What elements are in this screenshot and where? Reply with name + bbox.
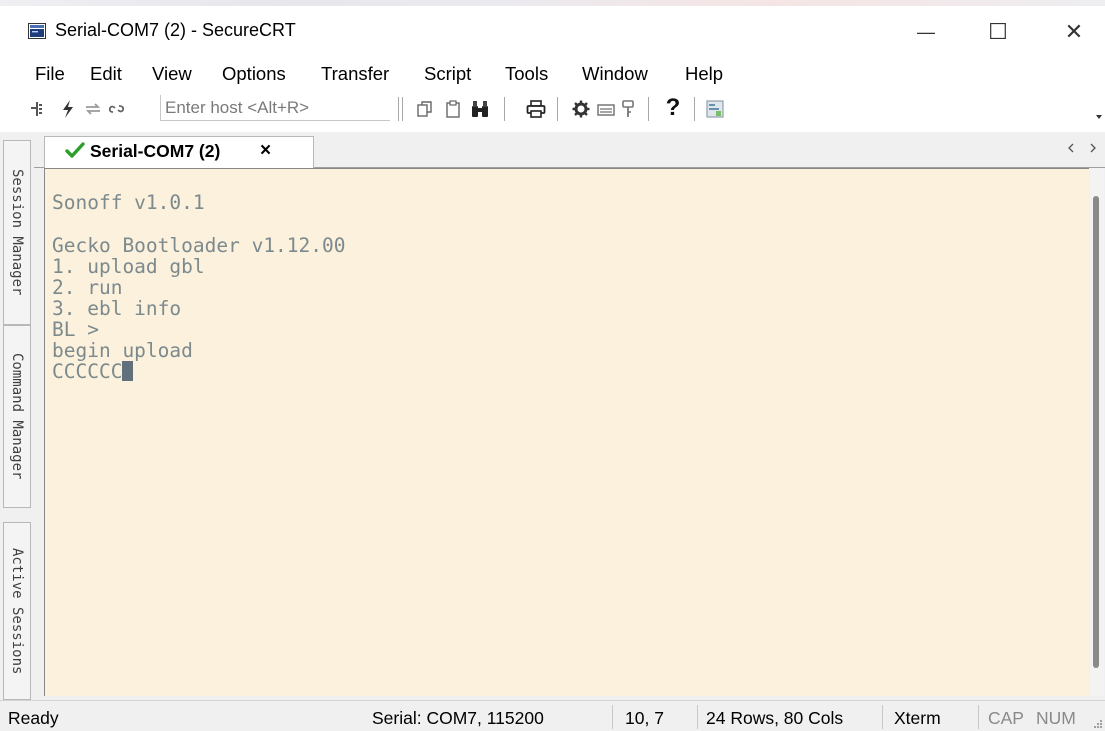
menu-options[interactable]: Options — [222, 63, 286, 85]
settings-icon[interactable] — [571, 99, 591, 119]
status-emulation: Xterm — [894, 708, 941, 728]
side-tab-label: Command Manager — [9, 353, 25, 480]
help-question-glyph: ? — [665, 94, 681, 121]
terminal-cursor — [122, 361, 134, 381]
tab-scroll-arrows — [1063, 140, 1105, 158]
menu-help[interactable]: Help — [685, 63, 723, 85]
minimize-button[interactable]: — — [900, 12, 952, 52]
paste-icon[interactable] — [444, 99, 462, 119]
status-separator — [697, 705, 698, 729]
print-icon[interactable] — [526, 99, 546, 119]
status-separator — [978, 705, 979, 729]
toolbar-separator — [402, 97, 403, 121]
copy-icon[interactable] — [415, 99, 435, 119]
window-title: Serial-COM7 (2) - SecureCRT — [55, 20, 296, 40]
find-icon[interactable] — [470, 99, 490, 119]
keymap-icon[interactable] — [596, 99, 616, 119]
side-tab-label: Session Manager — [9, 169, 25, 296]
status-terminal-size: 24 Rows, 80 Cols — [706, 708, 844, 728]
side-tab-panel: Session Manager Command Manager Active S… — [0, 132, 34, 700]
terminal-line: begin upload — [52, 339, 193, 362]
status-separator — [882, 705, 883, 729]
toolbar-separator — [648, 97, 649, 121]
status-ready: Ready — [8, 708, 59, 728]
menu-script[interactable]: Script — [424, 63, 471, 85]
terminal-current-line: CCCCCC — [52, 360, 134, 383]
terminal-line-text: CCCCCC — [52, 360, 123, 383]
tab-scroll-right-icon[interactable] — [1089, 143, 1097, 153]
status-bar: Ready Serial: COM7, 115200 10, 7 24 Rows… — [0, 700, 1105, 731]
status-connection: Serial: COM7, 115200 — [372, 708, 544, 728]
terminal-line: 3. ebl info — [52, 297, 182, 320]
securecrt-app-icon[interactable] — [28, 23, 46, 39]
close-button[interactable]: ✕ — [1048, 12, 1100, 52]
menu-window[interactable]: Window — [582, 63, 648, 85]
terminal-line: 1. upload gbl — [52, 255, 205, 278]
maximize-button[interactable]: ☐ — [972, 12, 1024, 52]
tab-scroll-left-icon[interactable] — [1067, 143, 1075, 153]
connect-bar-icon[interactable] — [30, 99, 44, 119]
status-caps-lock: CAP — [988, 708, 1024, 728]
terminal-pane: Sonoff v1.0.1 Gecko Bootloader v1.12.00 … — [34, 168, 1105, 700]
menu-view[interactable]: View — [152, 63, 192, 85]
menu-tools[interactable]: Tools — [505, 63, 548, 85]
tab-label: Serial-COM7 (2) — [90, 141, 221, 161]
toolbar-separator — [694, 97, 695, 121]
toolbar: ? — [0, 91, 1105, 127]
reconnect-icon[interactable] — [83, 99, 103, 119]
terminal-line: Gecko Bootloader v1.12.00 — [52, 234, 346, 257]
terminal-screen[interactable]: Sonoff v1.0.1 Gecko Bootloader v1.12.00 … — [44, 168, 1089, 696]
minimize-icon: — — [917, 21, 935, 42]
status-separator — [612, 705, 613, 729]
scrollbar-thumb[interactable] — [1093, 196, 1099, 668]
terminal-line: 2. run — [52, 276, 123, 299]
background-strip — [0, 0, 1105, 6]
menu-bar: File Edit View Options Transfer Script T… — [0, 60, 1105, 90]
quick-connect-icon[interactable] — [60, 99, 76, 119]
status-cursor-position: 10, 7 — [625, 708, 664, 728]
session-tab-strip: Serial-COM7 (2) × — [34, 132, 1105, 168]
connected-check-icon — [65, 142, 85, 158]
help-icon[interactable]: ? — [664, 94, 682, 122]
overflow-icon[interactable] — [1094, 107, 1104, 127]
maximize-icon: ☐ — [988, 19, 1008, 44]
terminal-line: Sonoff v1.0.1 — [52, 191, 205, 214]
host-input[interactable] — [160, 95, 390, 121]
side-tab-session-manager[interactable]: Session Manager — [3, 140, 31, 325]
menu-edit[interactable]: Edit — [90, 63, 122, 85]
key-icon[interactable] — [620, 99, 636, 119]
toolbar-separator — [557, 97, 558, 121]
side-tab-active-sessions[interactable]: Active Sessions — [3, 522, 31, 700]
menu-file[interactable]: File — [35, 63, 65, 85]
menu-transfer[interactable]: Transfer — [321, 63, 389, 85]
tab-serial-com7[interactable]: Serial-COM7 (2) × — [44, 136, 314, 168]
disconnect-icon[interactable] — [107, 99, 127, 119]
terminal-scrollbar[interactable] — [1090, 168, 1104, 696]
side-tab-command-manager[interactable]: Command Manager — [3, 325, 31, 508]
side-tab-label: Active Sessions — [9, 547, 25, 675]
toolbar-separator — [398, 97, 399, 121]
title-bar: Serial-COM7 (2) - SecureCRT — ☐ ✕ — [0, 0, 1105, 60]
tab-close-icon[interactable]: × — [260, 140, 271, 162]
resize-grip-icon[interactable] — [1093, 719, 1103, 729]
status-num-lock: NUM — [1036, 708, 1076, 728]
toolbar-separator — [504, 97, 505, 121]
close-icon: ✕ — [1064, 19, 1084, 44]
terminal-line: BL > — [52, 318, 99, 341]
sftp-icon[interactable] — [705, 99, 725, 119]
